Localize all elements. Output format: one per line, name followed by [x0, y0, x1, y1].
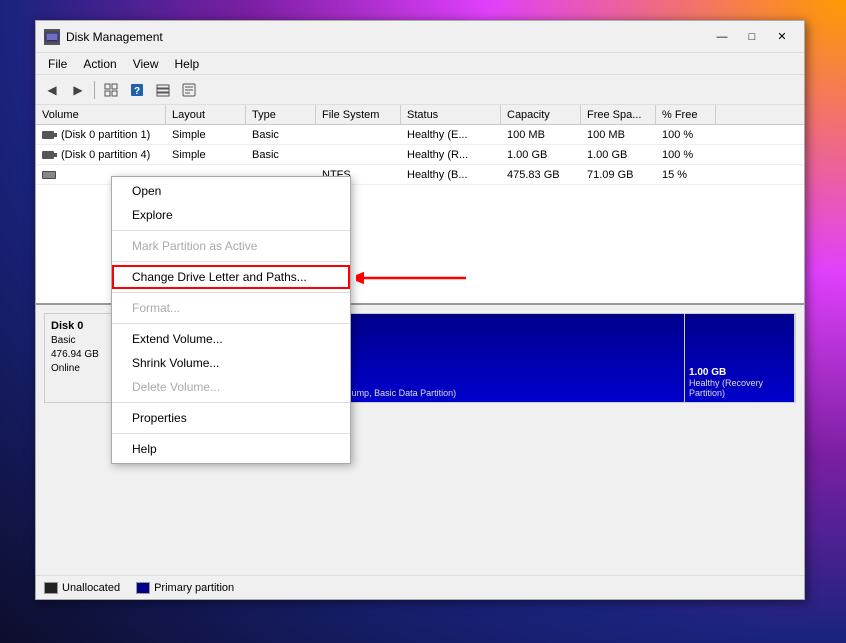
cell-capacity-1: 100 MB: [501, 125, 581, 144]
menu-action[interactable]: Action: [75, 55, 124, 73]
ctx-separator-6: [112, 433, 350, 434]
grid-button[interactable]: [99, 79, 123, 101]
legend-primary: Primary partition: [136, 582, 234, 594]
disk-management-window: Disk Management — □ ✕ File Action View H…: [35, 20, 805, 600]
cell-freepct-2: 100 %: [656, 145, 716, 164]
menu-help[interactable]: Help: [167, 55, 208, 73]
cell-status-3: Healthy (B...: [401, 165, 501, 184]
legend-unallocated-label: Unallocated: [62, 582, 120, 594]
cell-layout-2: Simple: [166, 145, 246, 164]
ctx-separator-5: [112, 402, 350, 403]
legend-unallocated: Unallocated: [44, 582, 120, 594]
list-button[interactable]: [151, 79, 175, 101]
menu-file[interactable]: File: [40, 55, 75, 73]
toolbar-separator-1: [94, 81, 95, 99]
col-header-freespace[interactable]: Free Spa...: [581, 105, 656, 124]
arrow-svg: [356, 264, 476, 292]
help-toolbar-button[interactable]: ?: [125, 79, 149, 101]
cell-freepct-3: 15 %: [656, 165, 716, 184]
cell-layout-1: Simple: [166, 125, 246, 144]
toolbar: ◀ ▶ ?: [36, 75, 804, 105]
cell-type-2: Basic: [246, 145, 316, 164]
cell-fs-2: [316, 145, 401, 164]
ctx-mark-active: Mark Partition as Active: [112, 234, 350, 258]
cell-capacity-3: 475.83 GB: [501, 165, 581, 184]
menu-bar: File Action View Help: [36, 53, 804, 75]
col-header-status[interactable]: Status: [401, 105, 501, 124]
context-menu: Open Explore Mark Partition as Active Ch…: [111, 176, 351, 464]
table-row[interactable]: (Disk 0 partition 1) Simple Basic Health…: [36, 125, 804, 145]
legend-primary-box: [136, 582, 150, 594]
col-header-capacity[interactable]: Capacity: [501, 105, 581, 124]
cell-freespace-1: 100 MB: [581, 125, 656, 144]
ctx-delete: Delete Volume...: [112, 375, 350, 399]
ctx-separator-1: [112, 230, 350, 231]
menu-view[interactable]: View: [125, 55, 167, 73]
partition-recovery-label: 1.00 GB: [689, 367, 790, 378]
ctx-help[interactable]: Help: [112, 437, 350, 461]
legend-primary-label: Primary partition: [154, 582, 234, 594]
ctx-explore[interactable]: Explore: [112, 203, 350, 227]
ctx-separator-2: [112, 261, 350, 262]
title-bar-buttons: — □ ✕: [708, 26, 796, 48]
cell-volume-2: (Disk 0 partition 4): [36, 145, 166, 164]
ctx-separator-4: [112, 323, 350, 324]
ctx-separator-3: [112, 292, 350, 293]
title-bar: Disk Management — □ ✕: [36, 21, 804, 53]
cell-status-1: Healthy (E...: [401, 125, 501, 144]
window-title: Disk Management: [66, 30, 708, 44]
col-header-freepct[interactable]: % Free: [656, 105, 716, 124]
minimize-button[interactable]: —: [708, 26, 736, 48]
ctx-open[interactable]: Open: [112, 179, 350, 203]
forward-button[interactable]: ▶: [66, 79, 90, 101]
col-header-volume[interactable]: Volume: [36, 105, 166, 124]
cell-fs-1: [316, 125, 401, 144]
ctx-properties[interactable]: Properties: [112, 406, 350, 430]
table-header: Volume Layout Type File System Status Ca…: [36, 105, 804, 125]
cell-freepct-1: 100 %: [656, 125, 716, 144]
cell-volume-1: (Disk 0 partition 1): [36, 125, 166, 144]
ctx-format: Format...: [112, 296, 350, 320]
legend-unallocated-box: [44, 582, 58, 594]
col-header-filesystem[interactable]: File System: [316, 105, 401, 124]
col-header-type[interactable]: Type: [246, 105, 316, 124]
cell-capacity-2: 1.00 GB: [501, 145, 581, 164]
cell-freespace-3: 71.09 GB: [581, 165, 656, 184]
ctx-shrink[interactable]: Shrink Volume...: [112, 351, 350, 375]
properties-toolbar-button[interactable]: [177, 79, 201, 101]
arrow-annotation: [356, 264, 476, 295]
ctx-change-drive-letter[interactable]: Change Drive Letter and Paths...: [112, 265, 350, 289]
col-header-layout[interactable]: Layout: [166, 105, 246, 124]
window-icon: [44, 29, 60, 45]
svg-text:?: ?: [134, 86, 140, 97]
legend-bar: Unallocated Primary partition: [36, 575, 804, 599]
cell-freespace-2: 1.00 GB: [581, 145, 656, 164]
back-button[interactable]: ◀: [40, 79, 64, 101]
partition-recovery[interactable]: 1.00 GB Healthy (Recovery Partition): [685, 314, 795, 402]
cell-status-2: Healthy (R...: [401, 145, 501, 164]
close-button[interactable]: ✕: [768, 26, 796, 48]
maximize-button[interactable]: □: [738, 26, 766, 48]
cell-type-1: Basic: [246, 125, 316, 144]
ctx-extend[interactable]: Extend Volume...: [112, 327, 350, 351]
partition-recovery-sublabel: Healthy (Recovery Partition): [689, 378, 790, 398]
table-row[interactable]: (Disk 0 partition 4) Simple Basic Health…: [36, 145, 804, 165]
